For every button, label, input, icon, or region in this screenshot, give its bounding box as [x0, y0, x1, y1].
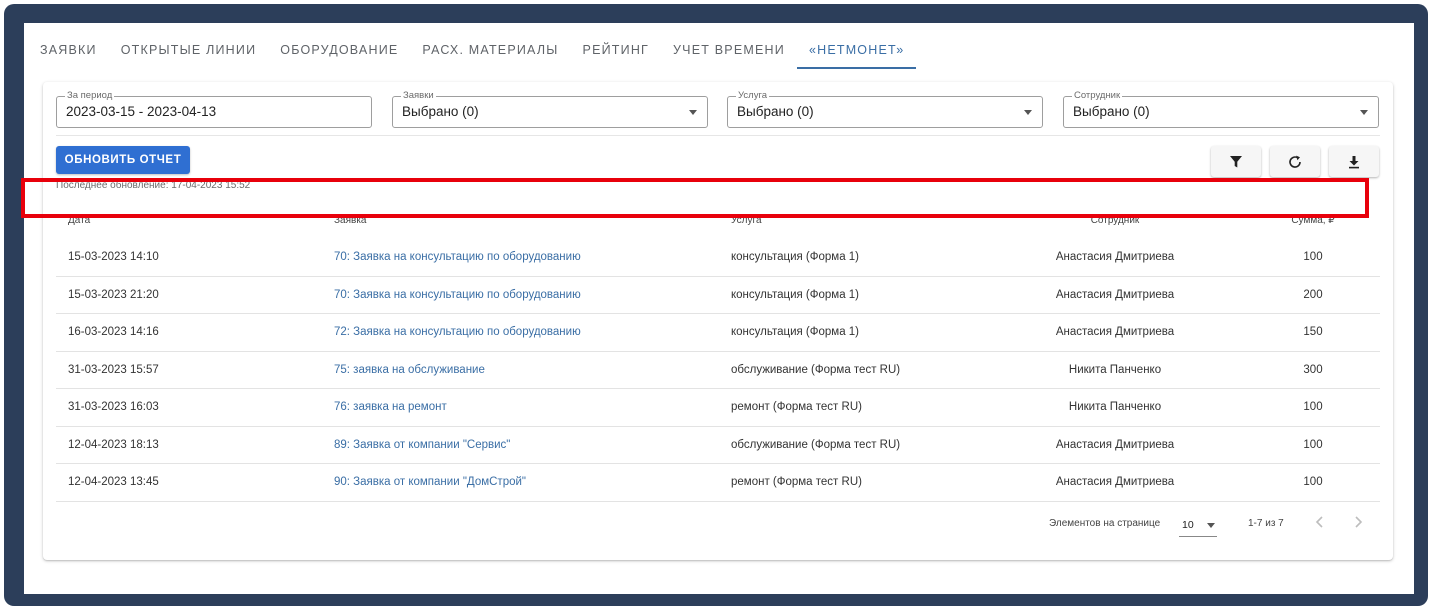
filter-button[interactable]: [1211, 146, 1261, 177]
cell-sum: 100: [1303, 476, 1323, 488]
table-body: 15-03-2023 14:10 70: Заявка на консульта…: [43, 239, 1393, 502]
cell-date: 31-03-2023 15:57: [68, 363, 159, 376]
cell-employee: Анастасия Дмитриева: [1055, 288, 1175, 301]
cell-employee: Никита Панченко: [1068, 363, 1162, 376]
period-label: За период: [65, 90, 115, 102]
cell-sum: 300: [1303, 363, 1323, 376]
table-row: 16-03-2023 14:16 72: Заявка на консульта…: [56, 314, 1380, 352]
highlight-box: [21, 178, 1369, 218]
cell-service: консультация (Форма 1): [731, 251, 860, 263]
cell-sum: 100: [1303, 401, 1323, 413]
cell-sum: 200: [1303, 288, 1323, 301]
table-row: 15-03-2023 14:10 70: Заявка на консульта…: [56, 239, 1380, 277]
cell-employee: Никита Панченко: [1068, 401, 1162, 413]
chevron-down-icon: [1024, 110, 1032, 115]
period-value: 2023-03-15 - 2023-04-13: [66, 104, 217, 119]
cell-employee: Анастасия Дмитриева: [1055, 438, 1175, 451]
chevron-down-icon: [689, 110, 697, 115]
app-window: ЗАЯВКИ ОТКРЫТЫЕ ЛИНИИ ОБОРУДОВАНИЕ РАСХ.…: [24, 23, 1414, 594]
request-link[interactable]: 89: Заявка от компании "Сервис": [334, 439, 510, 451]
cell-service: консультация (Форма 1): [731, 326, 860, 338]
tab-open-lines[interactable]: ОТКРЫТЫЕ ЛИНИИ: [109, 23, 269, 69]
employee-select[interactable]: Сотрудник Выбрано (0): [1063, 90, 1379, 128]
cell-service: консультация (Форма 1): [731, 288, 860, 301]
service-select[interactable]: Услуга Выбрано (0): [727, 90, 1043, 128]
request-link[interactable]: 72: Заявка на консультацию по оборудован…: [334, 326, 581, 338]
download-icon: [1349, 155, 1359, 168]
cell-employee: Анастасия Дмитриева: [1055, 326, 1175, 338]
cell-date: 12-04-2023 18:13: [68, 438, 159, 451]
service-value: Выбрано (0): [737, 104, 814, 119]
cell-service: ремонт (Форма тест RU): [731, 401, 862, 413]
cell-date: 31-03-2023 16:03: [68, 401, 159, 413]
requests-label: Заявки: [401, 90, 436, 102]
request-link[interactable]: 90: Заявка от компании "ДомСтрой": [334, 476, 526, 488]
tab-time-tracking[interactable]: УЧЕТ ВРЕМЕНИ: [661, 23, 797, 69]
cell-sum: 150: [1303, 326, 1323, 338]
cell-service: обслуживание (Форма тест RU): [731, 438, 901, 451]
cell-date: 12-04-2023 13:45: [68, 476, 159, 488]
report-card: За период 2023-03-15 - 2023-04-13 Заявки…: [43, 82, 1393, 560]
chevron-down-icon: [1360, 110, 1368, 115]
table-row: 31-03-2023 15:57 75: заявка на обслужива…: [56, 352, 1380, 389]
per-page-select[interactable]: 10: [1179, 513, 1217, 537]
table-row: 12-04-2023 13:45 90: Заявка от компании …: [56, 464, 1380, 502]
service-label: Услуга: [736, 90, 769, 102]
refresh-report-button[interactable]: ОБНОВИТЬ ОТЧЕТ: [56, 146, 190, 174]
tab-equipment[interactable]: ОБОРУДОВАНИЕ: [268, 23, 410, 69]
pagination-range: 1-7 из 7: [1248, 518, 1284, 529]
filter-icon: [1230, 155, 1242, 167]
per-page-label: Элементов на странице: [1049, 518, 1161, 529]
request-link[interactable]: 75: заявка на обслуживание: [334, 364, 485, 376]
cell-date: 15-03-2023 14:10: [68, 251, 159, 263]
reload-button[interactable]: [1270, 146, 1320, 177]
tab-bar: ЗАЯВКИ ОТКРЫТЫЕ ЛИНИИ ОБОРУДОВАНИЕ РАСХ.…: [24, 23, 916, 69]
cell-employee: Анастасия Дмитриева: [1055, 251, 1175, 263]
prev-page-button[interactable]: [1311, 512, 1329, 536]
cell-sum: 100: [1303, 251, 1323, 263]
period-field[interactable]: За период 2023-03-15 - 2023-04-13: [56, 90, 372, 128]
table-row: 15-03-2023 21:20 70: Заявка на консульта…: [56, 277, 1380, 314]
employee-label: Сотрудник: [1072, 90, 1123, 102]
chevron-left-icon: [1315, 516, 1323, 528]
cell-date: 16-03-2023 14:16: [68, 326, 159, 338]
screenshot-frame: ЗАЯВКИ ОТКРЫТЫЕ ЛИНИИ ОБОРУДОВАНИЕ РАСХ.…: [4, 4, 1428, 606]
refresh-icon: [1289, 155, 1301, 168]
request-link[interactable]: 76: заявка на ремонт: [334, 401, 447, 413]
cell-date: 15-03-2023 21:20: [68, 288, 159, 301]
tab-requests[interactable]: ЗАЯВКИ: [24, 23, 109, 69]
table-row: 12-04-2023 18:13 89: Заявка от компании …: [56, 427, 1380, 464]
cell-sum: 100: [1303, 438, 1323, 451]
tab-rating[interactable]: РЕЙТИНГ: [571, 23, 661, 69]
requests-select[interactable]: Заявки Выбрано (0): [392, 90, 708, 128]
chevron-right-icon: [1355, 516, 1363, 528]
request-link[interactable]: 70: Заявка на консультацию по оборудован…: [334, 289, 581, 301]
cell-service: обслуживание (Форма тест RU): [731, 363, 901, 376]
next-page-button[interactable]: [1349, 512, 1367, 536]
tab-netmonet[interactable]: «НЕТМОНЕТ»: [796, 23, 917, 69]
employee-value: Выбрано (0): [1073, 104, 1150, 119]
per-page-value: 10: [1182, 519, 1194, 531]
download-button[interactable]: [1329, 146, 1379, 177]
cell-service: ремонт (Форма тест RU): [731, 476, 862, 488]
request-link[interactable]: 70: Заявка на консультацию по оборудован…: [334, 251, 581, 263]
cell-employee: Анастасия Дмитриева: [1055, 476, 1175, 488]
chevron-down-icon: [1207, 523, 1215, 528]
tab-consumables[interactable]: РАСХ. МАТЕРИАЛЫ: [410, 23, 570, 69]
table-row: 31-03-2023 16:03 76: заявка на ремонт ре…: [56, 389, 1380, 427]
divider: [56, 135, 1380, 136]
requests-value: Выбрано (0): [402, 104, 479, 119]
